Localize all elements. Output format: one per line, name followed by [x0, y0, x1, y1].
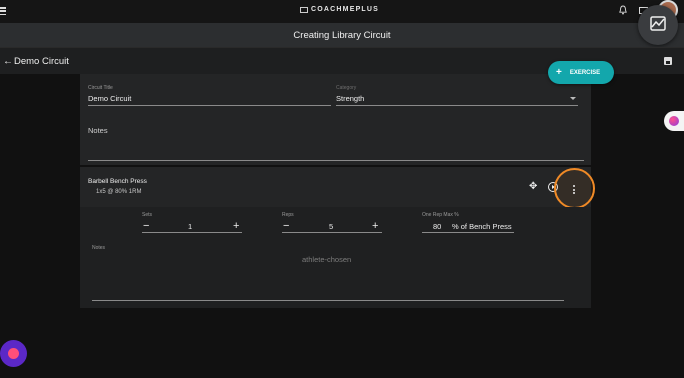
one-rep-max-underline	[422, 232, 514, 233]
add-exercise-button[interactable]: + EXERCISE	[548, 61, 614, 84]
brand-text: COACHMEPLUS	[311, 6, 380, 13]
chat-widget-button[interactable]	[0, 340, 27, 367]
circuit-notes-underline	[88, 160, 584, 161]
widget-logo-icon	[669, 116, 679, 126]
reps-decrement-button[interactable]: −	[283, 221, 289, 232]
page-title: Creating Library Circuit	[293, 30, 391, 41]
exercise-card: Barbell Bench Press 1x5 @ 80% 1RM ✥ Sets…	[80, 167, 595, 308]
more-options-icon[interactable]	[573, 185, 575, 194]
one-rep-max-suffix: % of Bench Press	[452, 222, 512, 231]
reps-label: Reps	[282, 212, 294, 218]
sets-increment-button[interactable]: +	[233, 221, 239, 232]
one-rep-max-input[interactable]: 80	[433, 222, 441, 231]
reps-increment-button[interactable]: +	[372, 221, 378, 232]
reps-underline	[282, 232, 382, 233]
save-icon[interactable]	[664, 57, 672, 65]
category-underline	[336, 105, 578, 106]
plus-icon: +	[556, 67, 562, 78]
drag-move-icon[interactable]: ✥	[529, 182, 539, 192]
top-bar: COACHMEPLUS	[0, 0, 684, 23]
analytics-fab[interactable]	[638, 5, 678, 45]
exercise-notes-label: Notes	[92, 245, 106, 251]
circuit-title-underline	[88, 105, 331, 106]
brand-logo: COACHMEPLUS	[300, 6, 379, 13]
sets-decrement-button[interactable]: −	[143, 221, 149, 232]
exercise-notes-input[interactable]: athlete-chosen	[302, 255, 351, 264]
add-exercise-label: EXERCISE	[569, 69, 601, 76]
circuit-name: Demo Circuit	[14, 56, 69, 67]
exercise-header[interactable]: Barbell Bench Press 1x5 @ 80% 1RM ✥	[80, 167, 595, 209]
category-label: Category	[336, 85, 357, 91]
sets-input[interactable]: 1	[188, 222, 192, 231]
chat-widget-icon	[8, 348, 19, 359]
bell-icon[interactable]	[619, 5, 627, 15]
category-select[interactable]: Strength	[336, 94, 364, 103]
circuit-notes-field[interactable]: Notes	[88, 126, 108, 135]
side-widget[interactable]	[664, 111, 684, 131]
sets-label: Sets	[142, 212, 153, 218]
exercise-notes-underline	[92, 300, 564, 301]
circuit-title-label: Circuit Title	[88, 85, 113, 91]
chart-icon	[650, 16, 666, 31]
circuit-details-card: Circuit Title Demo Circuit Category Stre…	[80, 74, 591, 165]
sets-underline	[142, 232, 242, 233]
page-header: Creating Library Circuit	[0, 23, 684, 47]
circuit-title-input[interactable]: Demo Circuit	[88, 94, 131, 103]
menu-icon[interactable]	[0, 7, 6, 15]
exercise-name: Barbell Bench Press	[88, 178, 147, 185]
one-rep-max-label: One Rep Max %	[422, 212, 459, 218]
brand-mark-icon	[300, 6, 308, 13]
back-arrow-icon[interactable]: ←	[3, 56, 13, 67]
exercise-body: Sets − 1 + Reps − 5 + One Rep Max % 80 %…	[80, 207, 591, 308]
exercise-summary: 1x5 @ 80% 1RM	[96, 189, 142, 195]
chevron-down-icon[interactable]	[570, 97, 576, 100]
reps-input[interactable]: 5	[329, 222, 333, 231]
